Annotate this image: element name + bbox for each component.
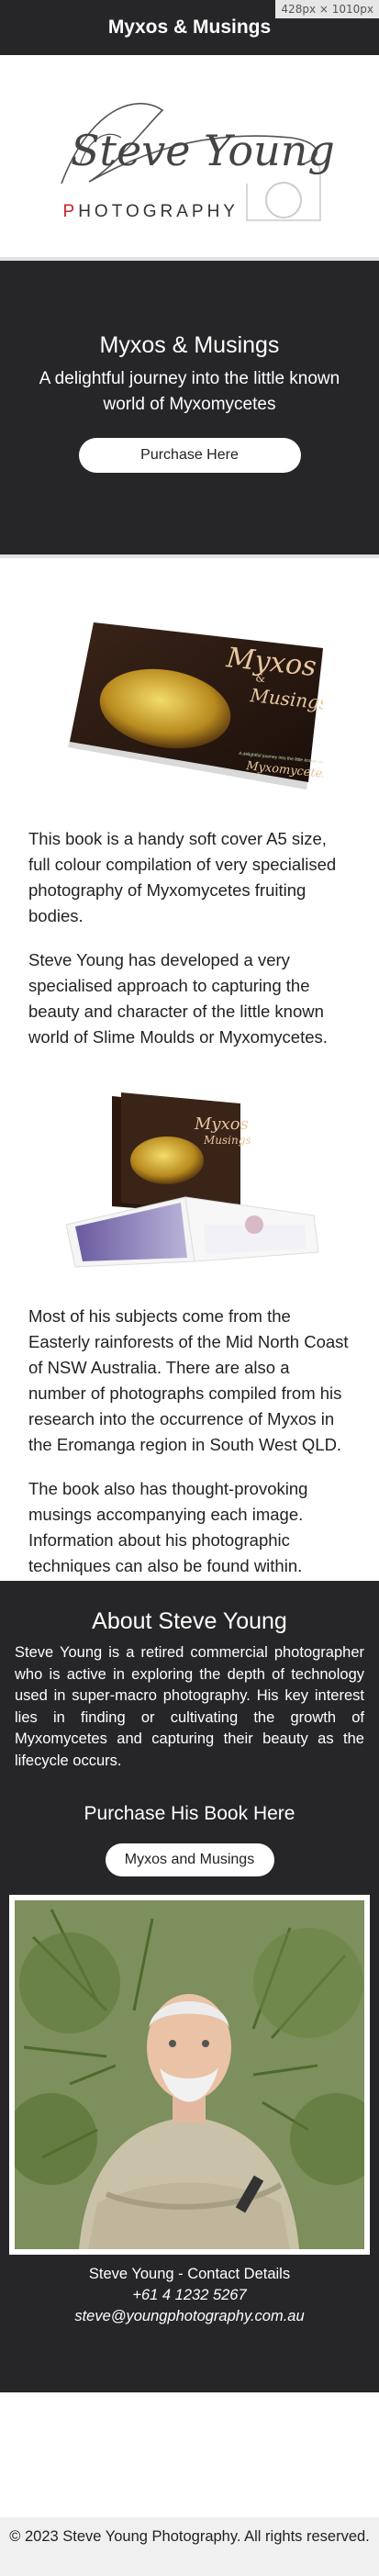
about-section: About Steve Young Steve Young is a retir… bbox=[0, 1581, 379, 2392]
hero-section: Myxos & Musings A delightful journey int… bbox=[0, 261, 379, 554]
book-paragraph-4: The book also has thought-provoking musi… bbox=[28, 1479, 308, 1575]
book-cover-image: Myxos & Musings A delightful journey int… bbox=[28, 558, 351, 793]
book-paragraph-1: This book is a handy soft cover A5 size,… bbox=[28, 829, 337, 925]
svg-text:Myxos: Myxos bbox=[194, 1114, 249, 1134]
myxos-and-musings-button[interactable]: Myxos and Musings bbox=[105, 1843, 274, 1876]
logo-script: Steve Young bbox=[71, 126, 335, 175]
top-bar: Myxos & Musings 428px × 1010px bbox=[0, 0, 379, 55]
steve-young-photography-logo[interactable]: Steve Young PHOTOGRAPHY bbox=[34, 73, 346, 239]
about-title: About Steve Young bbox=[92, 1608, 287, 1634]
contact-phone[interactable]: +61 4 1232 5267 bbox=[0, 2285, 379, 2306]
copyright-text: © 2023 Steve Young Photography. All righ… bbox=[9, 2528, 370, 2545]
footer: © 2023 Steve Young Photography. All righ… bbox=[0, 2517, 379, 2576]
hero-title: Myxos & Musings bbox=[99, 332, 280, 358]
book-paragraph-3: Most of his subjects come from the Easte… bbox=[28, 1306, 349, 1454]
purchase-here-button[interactable]: Purchase Here bbox=[78, 438, 301, 473]
book-description: Myxos & Musings A delightful journey int… bbox=[0, 558, 379, 1579]
svg-text:Musings: Musings bbox=[203, 1134, 251, 1147]
contact-title: Steve Young - Contact Details bbox=[88, 2266, 291, 2282]
hero-subtitle: A delightful journey into the little kno… bbox=[39, 369, 340, 414]
open-book-image: Myxos Musings bbox=[28, 1050, 351, 1271]
contact-details: Steve Young - Contact Details +61 4 1232… bbox=[0, 2264, 379, 2327]
about-text: Steve Young is a retired commercial phot… bbox=[15, 1644, 364, 1769]
logo-subtitle: PHOTOGRAPHY bbox=[62, 202, 239, 221]
book-paragraph-2: Steve Young has developed a very special… bbox=[28, 950, 328, 1047]
site-title: Myxos & Musings bbox=[107, 17, 272, 38]
svg-text:&: & bbox=[254, 671, 265, 685]
dimension-badge: 428px × 1010px bbox=[275, 0, 379, 18]
steve-young-portrait bbox=[6, 1895, 379, 2255]
purchase-title: Purchase His Book Here bbox=[84, 1803, 295, 1824]
logo-area: Steve Young PHOTOGRAPHY bbox=[0, 55, 379, 257]
contact-email[interactable]: steve@youngphotography.com.au bbox=[0, 2306, 379, 2327]
